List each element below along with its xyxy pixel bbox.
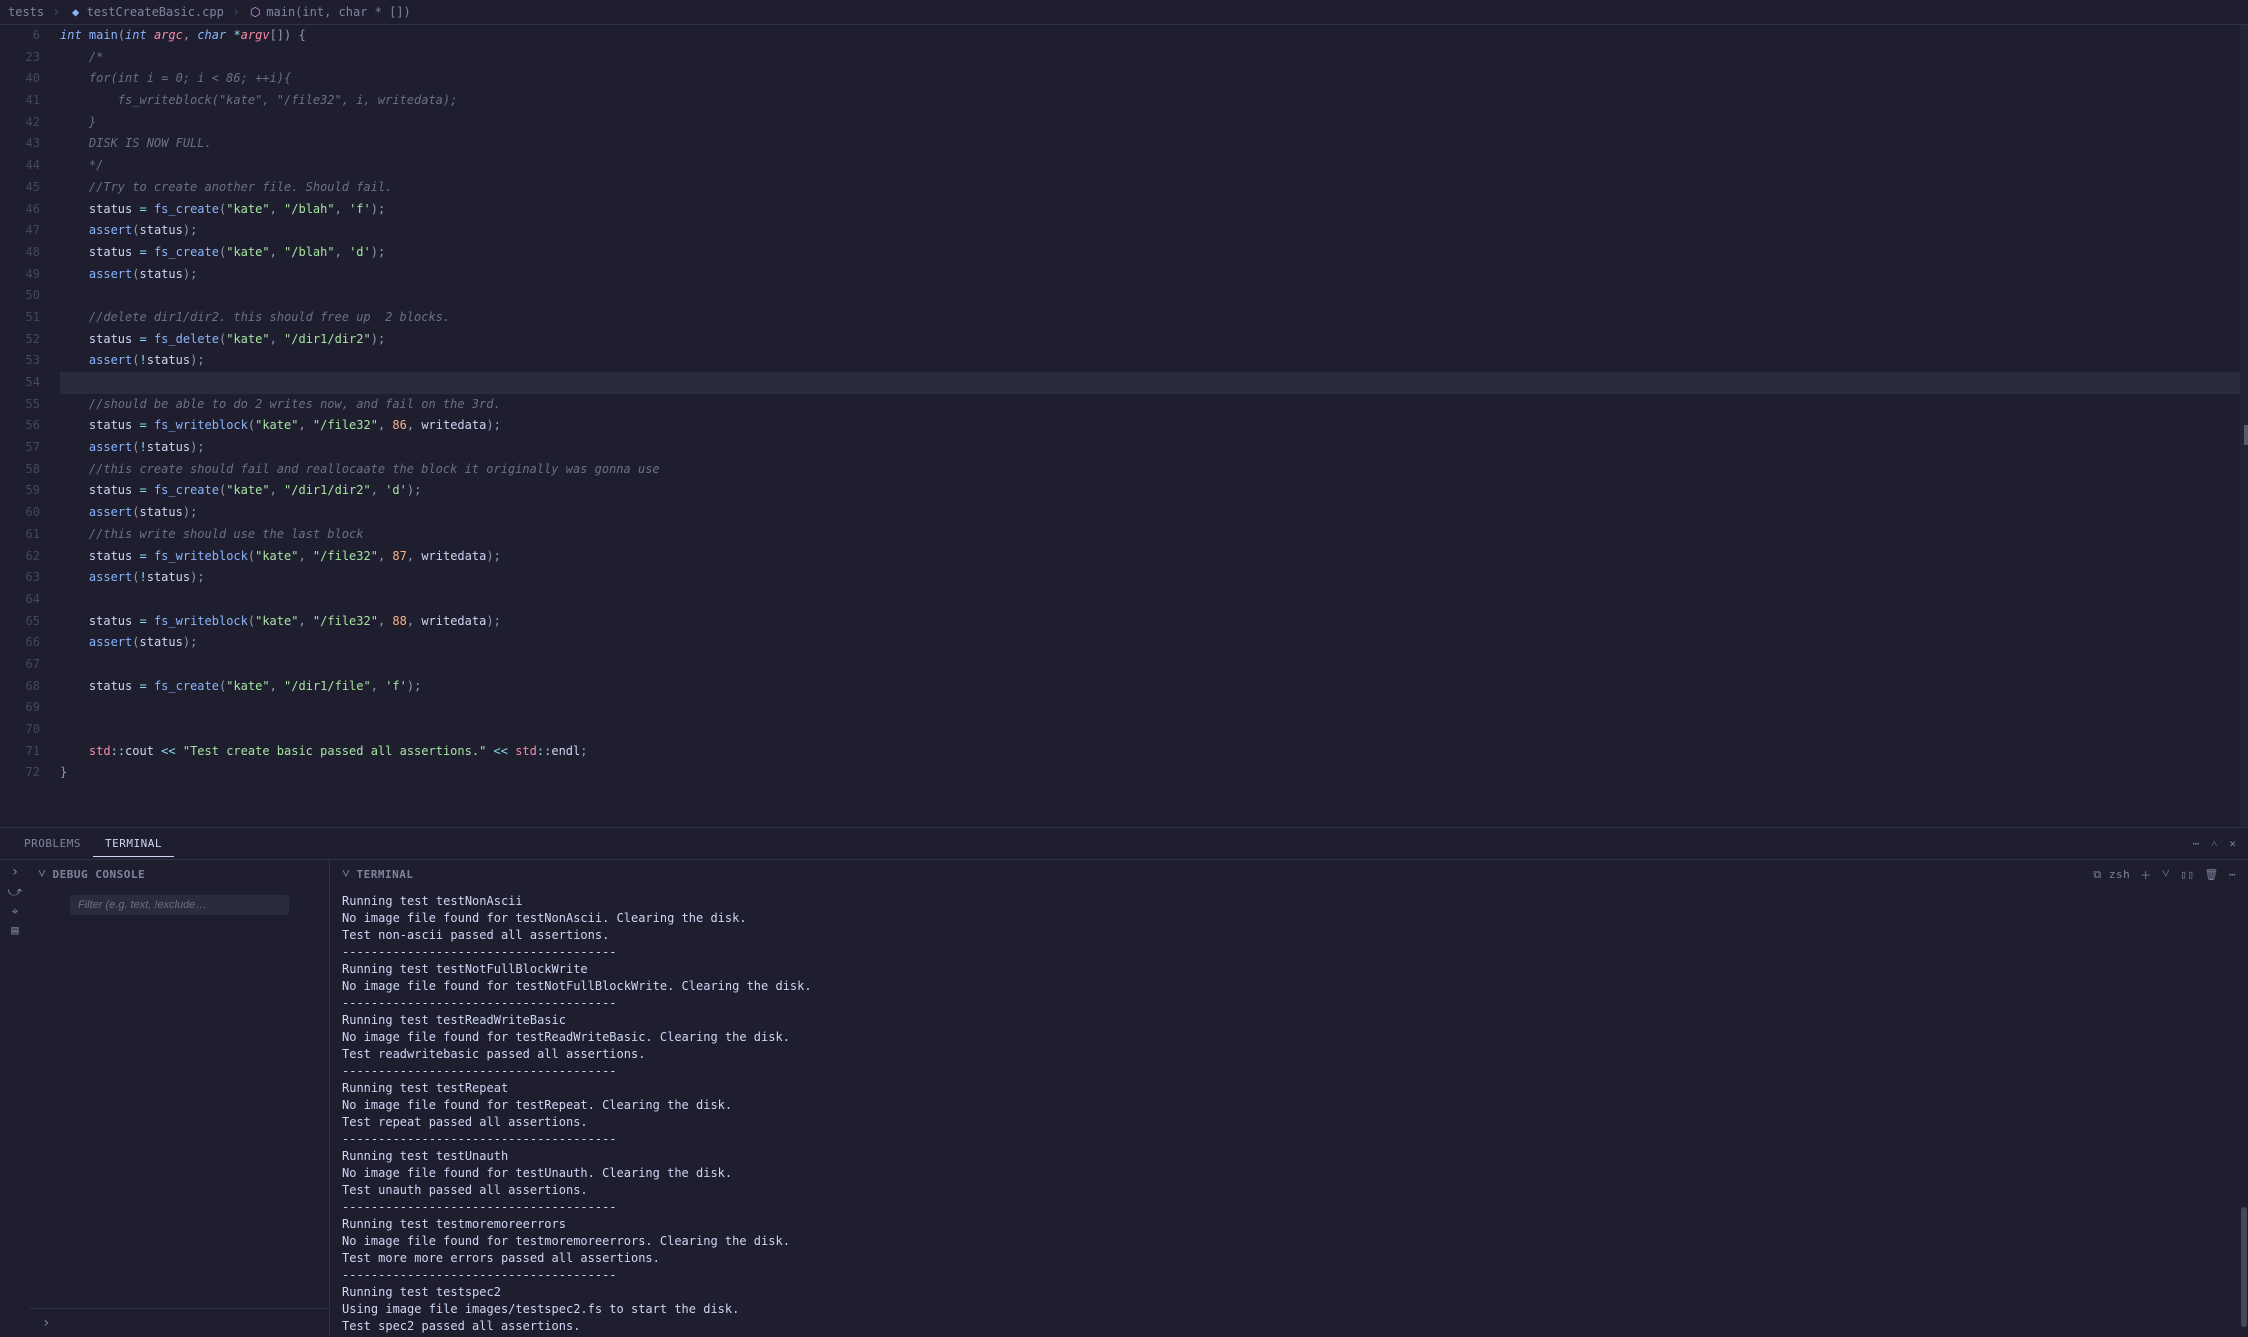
- breadcrumb-file-label: testCreateBasic.cpp: [87, 5, 224, 19]
- debug-prompt[interactable]: ›: [30, 1308, 329, 1337]
- terminal-header: ˅ TERMINAL ⧉ zsh ＋ ˅ ▯▯ 🗑 ⋯: [330, 860, 2248, 889]
- split-terminal-icon[interactable]: ▯▯: [2180, 868, 2194, 881]
- trash-icon[interactable]: 🗑: [2204, 868, 2218, 881]
- terminal-title: TERMINAL: [356, 868, 413, 881]
- breadcrumb-folder-label: tests: [8, 5, 44, 19]
- breadcrumb-folder[interactable]: tests: [8, 5, 44, 19]
- method-icon: ⬡: [248, 5, 262, 19]
- terminal-scrollbar[interactable]: [2240, 889, 2248, 1337]
- chevron-right-icon: ›: [232, 4, 240, 20]
- breadcrumb-file[interactable]: ◆ testCreateBasic.cpp: [69, 5, 224, 19]
- new-terminal-icon[interactable]: ＋: [2140, 867, 2152, 883]
- step-icon[interactable]: ⤻: [8, 884, 23, 900]
- chevron-right-icon: ›: [52, 4, 60, 20]
- debug-gutter-controls: › ⤻ ⌖ ▤: [0, 860, 30, 1337]
- panel-tab-actions: ⋯ ˄ ✕: [2193, 837, 2236, 850]
- bug-icon[interactable]: ⌖: [12, 904, 19, 919]
- terminal-panel: ˅ TERMINAL ⧉ zsh ＋ ˅ ▯▯ 🗑 ⋯: [330, 860, 2248, 1337]
- chevron-down-icon[interactable]: ˅: [38, 866, 46, 883]
- line-number-gutter: 6234041424344454647484950515253545556575…: [0, 25, 60, 827]
- shell-indicator[interactable]: ⧉ zsh: [2093, 868, 2130, 882]
- app-root: tests › ◆ testCreateBasic.cpp › ⬡ main(i…: [0, 0, 2248, 1337]
- debug-console-title: DEBUG CONSOLE: [52, 868, 145, 881]
- debug-console-body: [30, 921, 329, 1308]
- chevron-up-icon[interactable]: ˄: [2211, 837, 2217, 850]
- debug-console-header: ˅ DEBUG CONSOLE: [30, 860, 329, 889]
- more-icon[interactable]: ⋯: [2193, 837, 2200, 850]
- terminal-toolbar: ⧉ zsh ＋ ˅ ▯▯ 🗑 ⋯: [2093, 866, 2236, 883]
- shell-icon: ⧉: [2093, 868, 2101, 881]
- more-icon[interactable]: ⋯: [2229, 868, 2236, 881]
- minimap[interactable]: [2240, 25, 2248, 827]
- clipboard-icon[interactable]: ▤: [11, 923, 18, 937]
- terminal-output[interactable]: Running test testNonAscii No image file …: [330, 889, 2240, 1337]
- chevron-down-icon[interactable]: ˅: [342, 866, 350, 883]
- code-content[interactable]: int main(int argc, char *argv[]) { /* fo…: [60, 25, 2240, 827]
- debug-console: ˅ DEBUG CONSOLE ›: [30, 860, 330, 1337]
- breadcrumb-symbol[interactable]: ⬡ main(int, char * []): [248, 5, 411, 19]
- cpp-file-icon: ◆: [69, 5, 83, 19]
- shell-name-label: zsh: [2109, 868, 2130, 881]
- minimap-viewport-indicator[interactable]: [2244, 425, 2248, 445]
- scrollbar-thumb[interactable]: [2241, 1207, 2247, 1327]
- chevron-right-icon: ›: [42, 1315, 50, 1331]
- editor[interactable]: 6234041424344454647484950515253545556575…: [0, 25, 2248, 827]
- panel-tabs: PROBLEMS TERMINAL ⋯ ˄ ✕: [0, 828, 2248, 860]
- breadcrumb-symbol-label: main(int, char * []): [266, 5, 411, 19]
- panel-body: › ⤻ ⌖ ▤ ˅ DEBUG CONSOLE › ˅ TERMI: [0, 860, 2248, 1337]
- chevron-down-icon[interactable]: ˅: [2162, 866, 2170, 883]
- breadcrumb: tests › ◆ testCreateBasic.cpp › ⬡ main(i…: [0, 0, 2248, 25]
- chevron-right-icon[interactable]: ›: [11, 864, 19, 880]
- tab-problems[interactable]: PROBLEMS: [12, 831, 93, 856]
- tab-terminal[interactable]: TERMINAL: [93, 831, 174, 857]
- debug-filter-input[interactable]: [70, 895, 289, 915]
- bottom-panel: PROBLEMS TERMINAL ⋯ ˄ ✕ › ⤻ ⌖ ▤ ˅ DEBUG …: [0, 827, 2248, 1337]
- close-icon[interactable]: ✕: [2229, 837, 2236, 850]
